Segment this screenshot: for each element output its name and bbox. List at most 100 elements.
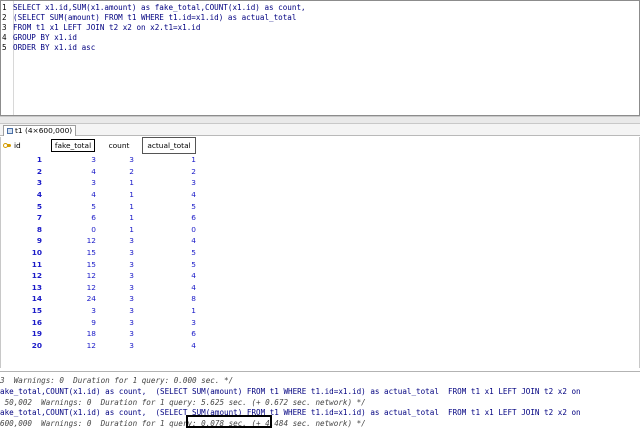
cell-id[interactable]: 1 (1, 154, 46, 166)
table-row[interactable]: 101535 (1, 247, 200, 259)
cell-id[interactable]: 15 (1, 305, 46, 317)
table-cell[interactable]: 1 (100, 212, 138, 224)
table-cell[interactable]: 12 (46, 235, 100, 247)
table-cell[interactable]: 2 (100, 166, 138, 178)
table-row[interactable]: 7616 (1, 212, 200, 224)
sql-editor[interactable]: 1SELECT x1.id,SUM(x1.amount) as fake_tot… (0, 0, 640, 116)
table-cell[interactable]: 3 (100, 247, 138, 259)
table-cell[interactable]: 12 (46, 340, 100, 352)
table-row[interactable]: 91234 (1, 235, 200, 247)
table-cell[interactable]: 1 (100, 189, 138, 201)
table-cell[interactable]: 3 (100, 154, 138, 166)
cell-id[interactable]: 9 (1, 235, 46, 247)
table-cell[interactable]: 5 (138, 200, 200, 212)
cell-id[interactable]: 13 (1, 282, 46, 294)
pane-splitter[interactable] (0, 116, 640, 124)
table-cell[interactable]: 5 (46, 200, 100, 212)
table-cell[interactable]: 5 (138, 247, 200, 259)
cell-id[interactable]: 3 (1, 177, 46, 189)
table-cell[interactable]: 3 (46, 305, 100, 317)
code-line[interactable]: 3FROM t1 x1 LEFT JOIN t2 x2 on x2.t1=x1.… (2, 23, 200, 33)
table-cell[interactable]: 3 (100, 316, 138, 328)
table-cell[interactable]: 12 (46, 282, 100, 294)
table-cell[interactable]: 1 (100, 200, 138, 212)
table-cell[interactable]: 4 (46, 166, 100, 178)
table-cell[interactable]: 3 (100, 270, 138, 282)
table-cell[interactable]: 1 (138, 154, 200, 166)
cell-id[interactable]: 4 (1, 189, 46, 201)
table-row[interactable]: 142438 (1, 293, 200, 305)
table-cell[interactable]: 0 (138, 224, 200, 236)
code-text[interactable]: FROM t1 x1 LEFT JOIN t2 x2 on x2.t1=x1.i… (13, 23, 200, 32)
table-cell[interactable]: 3 (100, 293, 138, 305)
column-header-actual-total[interactable]: actual_total (138, 137, 200, 154)
table-cell[interactable]: 3 (100, 328, 138, 340)
table-cell[interactable]: 3 (100, 305, 138, 317)
table-row[interactable]: 8010 (1, 224, 200, 236)
table-cell[interactable]: 0 (46, 224, 100, 236)
table-cell[interactable]: 15 (46, 258, 100, 270)
table-cell[interactable]: 24 (46, 293, 100, 305)
table-cell[interactable]: 2 (138, 166, 200, 178)
column-header-count[interactable]: count (100, 137, 138, 154)
code-text[interactable]: ORDER BY x1.id asc (13, 43, 95, 52)
cell-id[interactable]: 7 (1, 212, 46, 224)
table-row[interactable]: 4414 (1, 189, 200, 201)
table-row[interactable]: 2422 (1, 166, 200, 178)
table-row[interactable]: 16933 (1, 316, 200, 328)
cell-id[interactable]: 2 (1, 166, 46, 178)
table-cell[interactable]: 4 (138, 282, 200, 294)
table-row[interactable]: 111535 (1, 258, 200, 270)
result-tab[interactable]: t1 (4×600,000) (3, 125, 76, 136)
table-cell[interactable]: 12 (46, 270, 100, 282)
result-grid[interactable]: id fake_total count actual_total 1331242… (0, 137, 640, 368)
table-cell[interactable]: 4 (138, 340, 200, 352)
table-cell[interactable]: 6 (46, 212, 100, 224)
code-text[interactable]: (SELECT SUM(amount) FROM t1 WHERE t1.id=… (13, 13, 296, 22)
table-row[interactable]: 191836 (1, 328, 200, 340)
code-line[interactable]: 2(SELECT SUM(amount) FROM t1 WHERE t1.id… (2, 13, 296, 23)
table-cell[interactable]: 3 (138, 316, 200, 328)
cell-id[interactable]: 19 (1, 328, 46, 340)
cell-id[interactable]: 12 (1, 270, 46, 282)
messages-pane[interactable]: 3 Warnings: 0 Duration for 1 query: 0.00… (0, 371, 640, 433)
table-cell[interactable]: 4 (46, 189, 100, 201)
cell-id[interactable]: 16 (1, 316, 46, 328)
table-cell[interactable]: 4 (138, 189, 200, 201)
table-cell[interactable]: 8 (138, 293, 200, 305)
table-cell[interactable]: 9 (46, 316, 100, 328)
table-cell[interactable]: 3 (100, 282, 138, 294)
cell-id[interactable]: 8 (1, 224, 46, 236)
table-row[interactable]: 1331 (1, 154, 200, 166)
cell-id[interactable]: 11 (1, 258, 46, 270)
cell-id[interactable]: 20 (1, 340, 46, 352)
code-line[interactable]: 5ORDER BY x1.id asc (2, 43, 95, 53)
table-row[interactable]: 121234 (1, 270, 200, 282)
table-row[interactable]: 201234 (1, 340, 200, 352)
table-cell[interactable]: 4 (138, 235, 200, 247)
table-cell[interactable]: 3 (138, 177, 200, 189)
table-cell[interactable]: 15 (46, 247, 100, 259)
cell-id[interactable]: 10 (1, 247, 46, 259)
table-cell[interactable]: 3 (100, 340, 138, 352)
table-cell[interactable]: 3 (46, 177, 100, 189)
table-cell[interactable]: 3 (100, 235, 138, 247)
table-row[interactable]: 5515 (1, 200, 200, 212)
table-cell[interactable]: 4 (138, 270, 200, 282)
table-cell[interactable]: 6 (138, 328, 200, 340)
column-header-fake-total[interactable]: fake_total (46, 137, 100, 154)
table-cell[interactable]: 5 (138, 258, 200, 270)
table-cell[interactable]: 1 (138, 305, 200, 317)
cell-id[interactable]: 14 (1, 293, 46, 305)
table-cell[interactable]: 18 (46, 328, 100, 340)
table-cell[interactable]: 1 (100, 177, 138, 189)
code-text[interactable]: SELECT x1.id,SUM(x1.amount) as fake_tota… (13, 3, 306, 12)
table-cell[interactable]: 1 (100, 224, 138, 236)
code-line[interactable]: 1SELECT x1.id,SUM(x1.amount) as fake_tot… (2, 3, 306, 13)
column-header-id[interactable]: id (1, 137, 46, 154)
code-line[interactable]: 4GROUP BY x1.id (2, 33, 77, 43)
table-row[interactable]: 131234 (1, 282, 200, 294)
table-row[interactable]: 15331 (1, 305, 200, 317)
table-cell[interactable]: 3 (46, 154, 100, 166)
code-text[interactable]: GROUP BY x1.id (13, 33, 77, 42)
